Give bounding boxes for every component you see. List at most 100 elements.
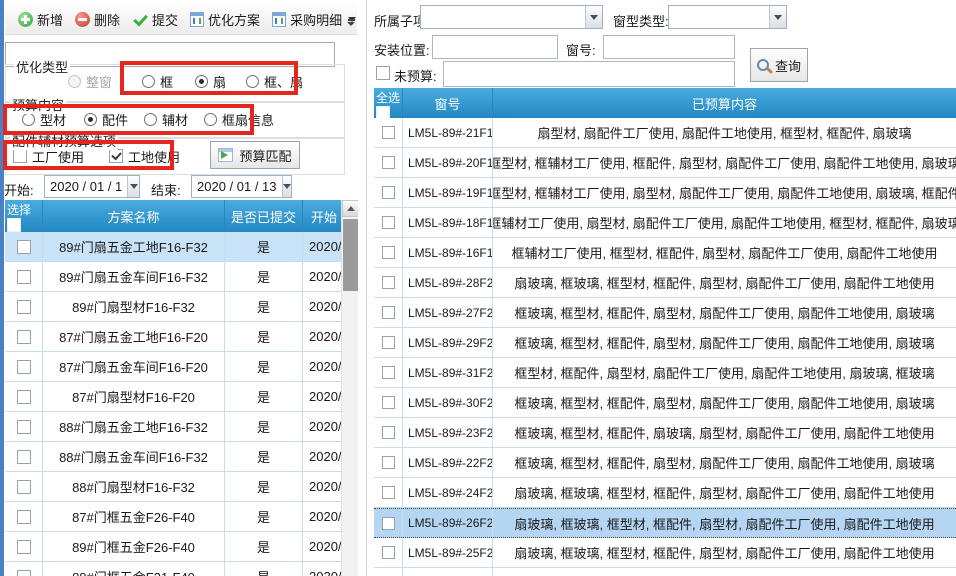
toolbar-button[interactable]: 提交: [126, 7, 184, 32]
window-table-row[interactable]: LM5L-89#-27F25框玻璃, 框型材, 框配件, 扇型材, 扇配件工厂使…: [374, 298, 956, 328]
start-date-picker[interactable]: 2020 / 01 / 1: [44, 175, 140, 198]
window-table-row[interactable]: LM5L-89#-23F21框玻璃, 框型材, 框配件, 扇玻璃, 扇型材, 扇…: [374, 418, 956, 448]
window-table-row[interactable]: LM5L-89#-18F16框辅材工厂使用, 扇型材, 扇配件工厂使用, 扇配件…: [374, 208, 956, 238]
row-checkbox[interactable]: [17, 450, 31, 464]
radio-icon[interactable]: [246, 75, 259, 88]
query-button[interactable]: 查询: [750, 48, 808, 82]
row-checkbox[interactable]: [382, 396, 395, 409]
install-location-input[interactable]: [432, 35, 558, 59]
row-checkbox[interactable]: [382, 246, 395, 259]
budget-match-button[interactable]: 预算匹配: [210, 141, 300, 169]
row-checkbox[interactable]: [17, 360, 31, 374]
sub-item-combobox[interactable]: [420, 5, 603, 29]
window-table-row[interactable]: LM5L-89#-20F18框型材, 框辅材工厂使用, 框配件, 扇型材, 扇配…: [374, 148, 956, 178]
budget-content-option[interactable]: 框扇信息: [204, 110, 274, 129]
window-select-all-checkbox[interactable]: [376, 106, 390, 118]
row-checkbox[interactable]: [382, 306, 395, 319]
radio-icon[interactable]: [204, 113, 217, 126]
row-checkbox[interactable]: [382, 517, 395, 530]
window-type-combobox[interactable]: [668, 5, 787, 29]
plan-table-row[interactable]: 88#门扇五金工地F16-F32是2020/0: [5, 412, 358, 442]
plan-table-row[interactable]: 87#门扇五金车间F16-F20是2020/0: [5, 352, 358, 382]
window-table-row[interactable]: LM5L-89#-25F23扇玻璃, 框玻璃, 框型材, 框配件, 扇型材, 扇…: [374, 538, 956, 568]
usage-option[interactable]: 工地使用: [109, 147, 180, 166]
optimize-type-option[interactable]: 整窗: [68, 72, 112, 91]
plan-table-row[interactable]: 89#门扇五金工地F16-F32是2020/0: [5, 232, 358, 262]
row-checkbox[interactable]: [382, 486, 395, 499]
window-no-input[interactable]: [603, 35, 735, 59]
window-table-row[interactable]: LM5L-89#-16F15框辅材工厂使用, 框型材, 框配件, 扇型材, 扇配…: [374, 238, 956, 268]
plan-table-row[interactable]: 87#门扇五金工地F16-F20是2020/0: [5, 322, 358, 352]
not-budgeted-input[interactable]: [443, 61, 735, 87]
radio-icon[interactable]: [142, 75, 155, 88]
window-table-row[interactable]: LM5L-89#-24F22扇玻璃, 框玻璃, 框型材, 框配件, 扇型材, 扇…: [374, 478, 956, 508]
plan-table-row[interactable]: 88#门扇型材F16-F32是2020/0: [5, 472, 358, 502]
toolbar-button[interactable]: 优化方案: [184, 7, 266, 32]
row-checkbox[interactable]: [382, 126, 395, 139]
sub-item-dropdown-icon[interactable]: [585, 6, 602, 28]
window-table-row[interactable]: LM5L-89#-31F29框型材, 框配件, 扇型材, 扇配件工厂使用, 扇配…: [374, 358, 956, 388]
end-date-dropdown-icon[interactable]: [282, 176, 291, 197]
plan-select-all-checkbox[interactable]: [7, 218, 21, 232]
window-table-row[interactable]: LM5L-89#-30F28框玻璃, 框型材, 框配件, 扇型材, 扇配件工厂使…: [374, 388, 956, 418]
row-checkbox[interactable]: [17, 420, 31, 434]
budget-content-option[interactable]: 辅材: [144, 110, 188, 129]
row-checkbox[interactable]: [17, 510, 31, 524]
plan-table-row[interactable]: 89#门框五金F26-F40是2020/0: [5, 532, 358, 562]
toolbar-button[interactable]: 新增: [12, 7, 69, 32]
toolbar-button[interactable]: 删除: [69, 7, 126, 32]
plan-submitted-header[interactable]: 是否已提交: [225, 200, 303, 232]
radio-icon[interactable]: [22, 113, 35, 126]
window-table-row[interactable]: LM5L-89#-29F27框玻璃, 框型材, 框配件, 扇型材, 扇配件工厂使…: [374, 328, 956, 358]
optimize-type-option[interactable]: 框: [142, 72, 173, 91]
plan-name-header[interactable]: 方案名称: [43, 200, 225, 232]
plan-table-row[interactable]: 88#门框五金F21-F40是2020/0: [5, 562, 358, 576]
row-checkbox[interactable]: [382, 216, 395, 229]
row-checkbox[interactable]: [17, 390, 31, 404]
checkbox-icon[interactable]: [13, 149, 27, 163]
scroll-up-icon[interactable]: [342, 200, 358, 217]
plan-table-row[interactable]: 87#门框五金F26-F40是2020/0: [5, 502, 358, 532]
toolbar-overflow-button[interactable]: [344, 14, 358, 31]
budgeted-content-header[interactable]: 已预算内容: [493, 88, 956, 118]
row-checkbox[interactable]: [17, 270, 31, 284]
plan-table-row[interactable]: 89#门扇五金车间F16-F32是2020/0: [5, 262, 358, 292]
row-checkbox[interactable]: [17, 330, 31, 344]
row-checkbox[interactable]: [382, 336, 395, 349]
row-checkbox[interactable]: [17, 570, 31, 576]
plan-table-row[interactable]: 89#门扇型材F16-F32是2020/0: [5, 292, 358, 322]
window-type-dropdown-icon[interactable]: [769, 6, 786, 28]
plan-table-scrollbar[interactable]: [341, 200, 358, 576]
window-table-row[interactable]: LM5L-89#-22F20框玻璃, 框型材, 框配件, 扇型材, 扇配件工厂使…: [374, 448, 956, 478]
plan-table-row[interactable]: 88#门扇五金车间F16-F32是2020/0: [5, 442, 358, 472]
row-checkbox[interactable]: [17, 540, 31, 554]
row-checkbox[interactable]: [382, 156, 395, 169]
row-checkbox[interactable]: [17, 300, 31, 314]
row-checkbox[interactable]: [382, 546, 395, 559]
checkbox-icon[interactable]: [109, 149, 123, 163]
window-table-row[interactable]: LM5L-89#-21F19扇型材, 扇配件工厂使用, 扇配件工地使用, 框型材…: [374, 118, 956, 148]
optimize-type-option[interactable]: 扇: [195, 72, 226, 91]
plan-scrollbar-thumb[interactable]: [343, 219, 358, 291]
end-date-picker[interactable]: 2020 / 01 / 13: [191, 175, 292, 198]
not-budgeted-checkbox[interactable]: [376, 66, 390, 80]
row-checkbox[interactable]: [382, 186, 395, 199]
budget-content-option[interactable]: 配件: [84, 110, 128, 129]
plan-table-row[interactable]: 87#门扇型材F16-F20是2020/0: [5, 382, 358, 412]
row-checkbox[interactable]: [382, 456, 395, 469]
radio-icon[interactable]: [84, 113, 97, 126]
radio-icon[interactable]: [68, 75, 81, 88]
radio-icon[interactable]: [144, 113, 157, 126]
window-table-row[interactable]: LM5L-89#-26F24扇玻璃, 框玻璃, 框型材, 框配件, 扇型材, 扇…: [374, 508, 956, 538]
optimize-type-option[interactable]: 框、扇: [246, 72, 303, 91]
window-table-row[interactable]: LM5L-89#-28F26扇玻璃, 框玻璃, 框型材, 框配件, 扇型材, 扇…: [374, 268, 956, 298]
radio-icon[interactable]: [195, 75, 208, 88]
row-checkbox[interactable]: [382, 366, 395, 379]
row-checkbox[interactable]: [17, 240, 31, 254]
window-table-row[interactable]: LM5L-89#-19F17框型材, 框辅材工厂使用, 扇型材, 扇配件工厂使用…: [374, 178, 956, 208]
window-no-header[interactable]: 窗号: [403, 88, 493, 118]
row-checkbox[interactable]: [17, 480, 31, 494]
row-checkbox[interactable]: [382, 276, 395, 289]
row-checkbox[interactable]: [382, 426, 395, 439]
start-date-dropdown-icon[interactable]: [127, 176, 139, 197]
